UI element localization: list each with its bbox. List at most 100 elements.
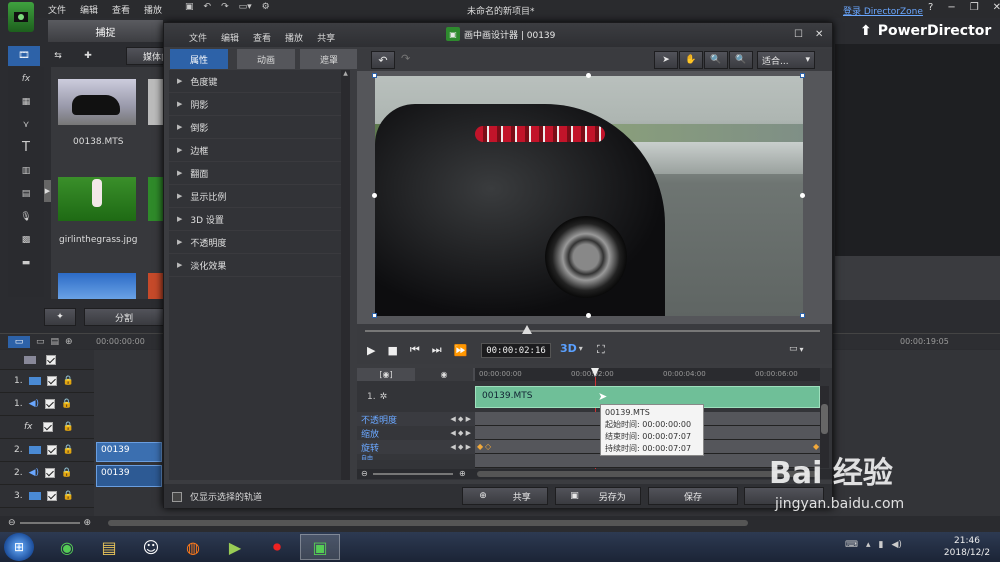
zoom-in-icon[interactable]: ⊕ [459, 469, 466, 478]
close-icon[interactable]: ✕ [993, 2, 1000, 13]
magic-tools-icon[interactable]: ✦ [44, 308, 76, 326]
track-enable-checkbox[interactable] [46, 376, 57, 386]
plugin-icon[interactable]: ✚ [76, 46, 100, 66]
minimize-icon[interactable]: − [947, 2, 955, 13]
property-aspect-ratio[interactable]: ▶ 显示比例 [169, 185, 341, 208]
timeline-scrollbar[interactable] [108, 520, 748, 526]
lock-icon[interactable]: 🔒 [63, 422, 74, 432]
dialog-menu-share[interactable]: 共享 [317, 31, 335, 44]
timeline-clip-video[interactable]: 00139 [96, 442, 162, 462]
qq-icon[interactable]: ☺ [132, 534, 170, 560]
keyframe-playhead[interactable] [591, 368, 599, 377]
property-3d-settings[interactable]: ▶ 3D 设置 [169, 208, 341, 231]
scroll-thumb[interactable] [821, 404, 828, 434]
previous-frame-icon[interactable]: ⏮ [410, 343, 420, 357]
menu-file[interactable]: 文件 [48, 3, 66, 16]
firefox-icon[interactable]: ◍ [174, 534, 212, 560]
property-shadow[interactable]: ▶ 阴影 [169, 93, 341, 116]
play-icon[interactable]: ▶ [367, 344, 375, 357]
keyframe-settings-icon[interactable]: [◉] [357, 368, 415, 381]
property-border[interactable]: ▶ 边框 [169, 139, 341, 162]
save-button[interactable]: 保存 [648, 487, 738, 505]
timeline-view-icon[interactable]: ▭ [8, 336, 30, 348]
media-room-icon[interactable]: 🎞 [8, 46, 40, 66]
resize-handle[interactable] [586, 313, 591, 318]
keyframe-navigate-icon[interactable]: ◉ [415, 368, 473, 381]
subtitle-icon[interactable]: ▬ [8, 251, 44, 274]
tab-properties[interactable]: 属性 [170, 49, 228, 69]
properties-scrollbar[interactable]: ▲ [341, 70, 350, 480]
zoom-out-icon[interactable]: ⊖ [361, 469, 368, 478]
zoom-icon[interactable]: ⊕ [65, 337, 73, 347]
menu-view[interactable]: 查看 [112, 3, 130, 16]
property-fade[interactable]: ▶ 淡化效果 [169, 254, 341, 277]
master-track-checkbox[interactable] [46, 354, 56, 365]
track-enable-checkbox[interactable] [45, 468, 56, 478]
start-button-icon[interactable]: ⊞ [4, 533, 34, 561]
menu-edit[interactable]: 编辑 [80, 3, 98, 16]
lock-icon[interactable]: 🔒 [61, 468, 72, 478]
resize-handle[interactable] [586, 73, 591, 78]
track-enable-checkbox[interactable] [42, 422, 53, 432]
keyframe-diamond-icon[interactable]: ◆ [477, 442, 483, 451]
clock[interactable]: 21:46 2018/12/2 [940, 535, 994, 559]
3d-mode-toggle[interactable]: 3D ▾ [560, 342, 583, 355]
media-thumb-partial-2[interactable] [148, 177, 164, 221]
keyframe-nav-arrows-icon[interactable]: ◀ ◆ ▶ [450, 415, 471, 423]
hand-pan-icon[interactable]: ✋ [679, 51, 703, 69]
scroll-up-arrow-icon[interactable]: ▲ [341, 70, 350, 80]
keyframe-nav-arrows-icon[interactable]: ◀ ◆ ▶ [450, 429, 471, 437]
restore-icon[interactable]: ❐ [970, 2, 979, 13]
select-pointer-icon[interactable]: ➤ [654, 51, 678, 69]
expand-panel-arrow-icon[interactable]: ▶ [44, 180, 51, 202]
tab-animation[interactable]: 动画 [237, 49, 295, 69]
fast-forward-icon[interactable]: ⏩ [454, 344, 468, 357]
split-button[interactable]: 分割 [84, 308, 164, 326]
media-thumb-partial[interactable] [148, 79, 164, 125]
zoom-in-icon[interactable]: ⊕ [84, 518, 92, 528]
storyboard-view-icon[interactable]: ▭ [36, 337, 45, 347]
dialog-menu-view[interactable]: 查看 [253, 31, 271, 44]
resize-handle[interactable] [372, 193, 377, 198]
effects-fx-icon[interactable]: fx [8, 67, 44, 90]
resize-handle[interactable] [800, 73, 805, 78]
lock-icon[interactable]: 🔒 [63, 376, 74, 386]
track-enable-checkbox[interactable] [45, 399, 56, 409]
particle-icon[interactable]: ⋎ [8, 113, 44, 136]
pip-objects-icon[interactable]: ▦ [8, 90, 44, 113]
stop-icon[interactable]: ■ [387, 344, 397, 357]
resize-handle[interactable] [372, 73, 377, 78]
app-360-icon[interactable]: ◉ [48, 534, 86, 560]
seek-thumb[interactable] [522, 325, 532, 334]
settings-gear-icon[interactable]: ⚙ [262, 2, 270, 12]
redo-icon[interactable]: ↷ [401, 52, 410, 65]
resize-handle[interactable] [800, 193, 805, 198]
display-mode-select[interactable]: ▭ ▾ [789, 344, 804, 354]
title-text-icon[interactable]: T [8, 136, 44, 159]
network-icon[interactable]: ▮ [879, 540, 884, 550]
microphone-icon[interactable]: 🎙 [8, 205, 44, 228]
keyframe-nav-arrows-icon[interactable]: ◀ ◆ ▶ [450, 443, 471, 451]
login-directorzone-link[interactable]: 登录 DirectorZone [843, 4, 923, 17]
undo-icon[interactable]: ↶ [371, 51, 395, 69]
property-chroma-key[interactable]: ▶ 色度键 [169, 70, 341, 93]
track-enable-checkbox[interactable] [46, 491, 57, 501]
dialog-menu-play[interactable]: 播放 [285, 31, 303, 44]
property-flip[interactable]: ▶ 翻面 [169, 162, 341, 185]
save-icon[interactable]: ▣ [185, 2, 194, 12]
chapter-icon[interactable]: ▩ [8, 228, 44, 251]
media-thumb-girlinthegrass[interactable] [58, 177, 136, 221]
file-explorer-icon[interactable]: ▤ [90, 534, 128, 560]
keyframe-zoom-slider[interactable] [373, 473, 453, 475]
media-thumb-partial-3[interactable] [148, 273, 164, 299]
dialog-menu-file[interactable]: 文件 [189, 31, 207, 44]
seek-track[interactable] [365, 330, 820, 332]
keyframe-row-free[interactable]: 自由 [357, 454, 475, 460]
keyframe-row-scale[interactable]: 缩放 ◀ ◆ ▶ [357, 426, 475, 440]
keyframe-diamond-icon[interactable]: ◇ [485, 442, 491, 451]
transition-icon[interactable]: ▥ [8, 159, 44, 182]
resize-handle[interactable] [800, 313, 805, 318]
media-thumb-00138[interactable] [58, 79, 136, 125]
timecode-display[interactable]: 00:00:02:16 [481, 343, 551, 358]
fit-zoom-select[interactable]: 适合... ▾ [757, 51, 815, 69]
